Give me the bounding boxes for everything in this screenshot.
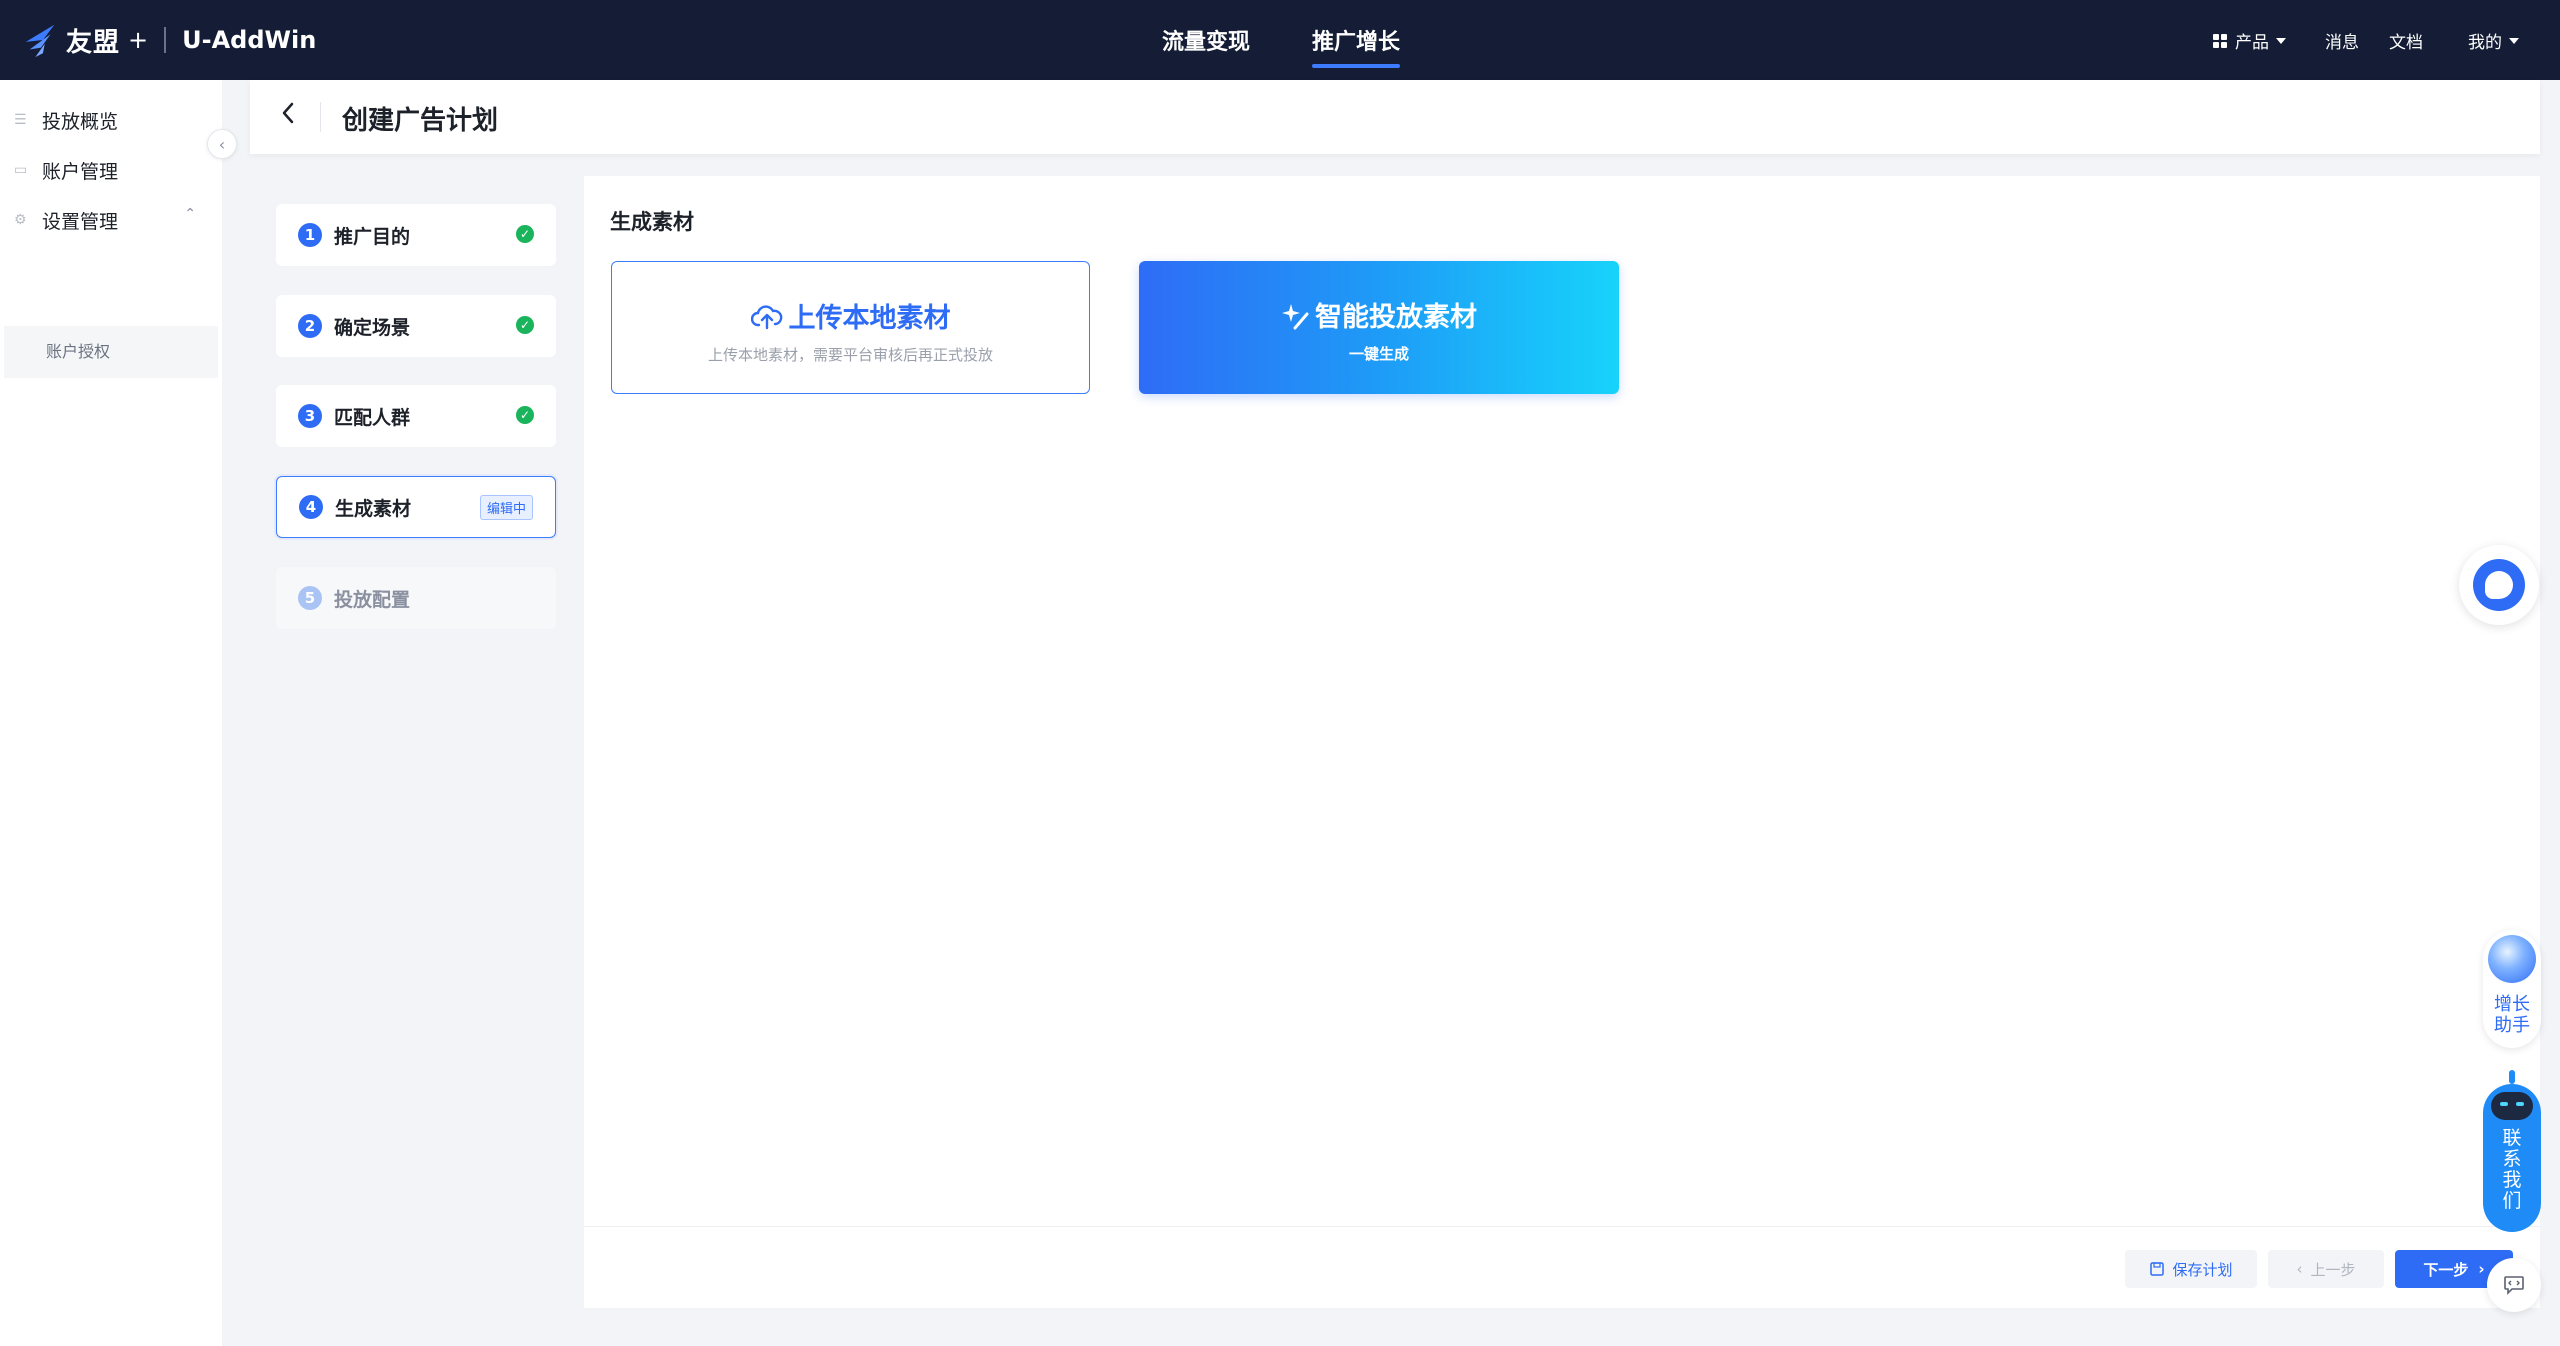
next-step-label: 下一步 [2423, 1260, 2469, 1279]
step-number: 4 [299, 495, 323, 519]
check-circle-icon: ✓ [516, 316, 534, 334]
step-scene[interactable]: 2 确定场景 ✓ [276, 295, 556, 357]
card-icon: ▭ [14, 162, 28, 178]
sidebar-subitem-account-authorization[interactable]: 账户授权 [4, 326, 218, 378]
robot-icon [2491, 1092, 2533, 1120]
cloud-upload-icon [750, 305, 782, 330]
chat-bubble-icon [2473, 559, 2525, 611]
contact-us-button[interactable]: 联 系 我 们 [2483, 1070, 2541, 1232]
upload-local-material-card[interactable]: 上传本地素材 上传本地素材，需要平台审核后再正式投放 [611, 261, 1090, 394]
chevron-down-icon [2509, 37, 2519, 44]
footer-divider [584, 1226, 2540, 1227]
chevron-left-icon: ‹ [2296, 1260, 2303, 1278]
sidebar-item-label: 投放概览 [42, 110, 119, 133]
assistant-orb-icon [2488, 935, 2536, 983]
header-divider [320, 102, 321, 132]
ai-material-card[interactable]: 智能投放素材 一键生成 [1139, 261, 1619, 394]
brand-plus: + [128, 26, 149, 54]
section-title: 生成素材 [610, 210, 694, 234]
step-number: 5 [298, 586, 322, 610]
products-label: 产品 [2235, 33, 2269, 53]
sidebar-item-label: 设置管理 [42, 210, 119, 233]
chevron-up-icon: ⌃ [184, 206, 196, 222]
products-menu[interactable]: 产品 [2212, 28, 2286, 53]
upload-card-title: 上传本地素材 [612, 296, 1089, 335]
page-header: 创建广告计划 [250, 80, 2540, 154]
gear-icon: ⚙ [14, 212, 27, 228]
step-label: 投放配置 [334, 588, 411, 611]
sidebar-item-label: 账户管理 [42, 160, 119, 183]
magic-sparkle-icon [1282, 304, 1309, 330]
ai-title-text: 智能投放素材 [1315, 302, 1477, 333]
chevron-down-icon [2276, 37, 2286, 44]
upload-card-description: 上传本地素材，需要平台审核后再正式投放 [707, 346, 993, 364]
tab-traffic-monetization[interactable]: 流量变现 [1162, 24, 1250, 56]
step-delivery-config[interactable]: 5 投放配置 [276, 567, 556, 629]
brand-name: 友盟 [66, 27, 121, 58]
feedback-button[interactable] [2487, 1258, 2541, 1312]
top-navigation-bar: 友盟 + U-AddWin 流量变现 推广增长 产品 消息 文档 我的 [0, 0, 2560, 80]
umeng-logo-icon [25, 24, 55, 58]
sidebar-item-accounts[interactable]: ▭ 账户管理 [14, 152, 210, 188]
previous-step-button[interactable]: ‹ 上一步 [2268, 1250, 2384, 1288]
check-circle-icon: ✓ [516, 225, 534, 243]
sidebar-item-settings[interactable]: ⚙ 设置管理 ⌃ [14, 202, 210, 238]
grid-icon [2213, 33, 2227, 48]
step-generate-material[interactable]: 4 生成素材 编辑中 [276, 476, 556, 538]
save-plan-label: 保存计划 [2172, 1260, 2233, 1279]
step-audience[interactable]: 3 匹配人群 ✓ [276, 385, 556, 447]
logo-divider [164, 27, 167, 53]
step-label: 确定场景 [334, 316, 411, 339]
my-account-label: 我的 [2468, 33, 2502, 53]
brand-logo[interactable]: 友盟 + U-AddWin [22, 18, 316, 62]
ai-card-subtitle: 一键生成 [1348, 345, 1409, 363]
step-number: 1 [298, 223, 322, 247]
sidebar-item-overview[interactable]: ☰ 投放概览 [14, 102, 210, 138]
step-number: 3 [298, 404, 322, 428]
chevron-left-icon: ‹ [218, 134, 226, 154]
my-account-menu[interactable]: 我的 [2468, 28, 2519, 53]
chevron-right-icon: › [2478, 1260, 2485, 1278]
editing-badge: 编辑中 [479, 495, 533, 520]
assistant-label: 增长 助手 [2494, 994, 2530, 1036]
collapse-sidebar-button[interactable]: ‹ [207, 129, 237, 159]
main-content: 生成素材 上传本地素材 上传本地素材，需要平台审核后再正式投放 智能投放素材 一… [584, 176, 2540, 1308]
check-circle-icon: ✓ [516, 406, 534, 424]
list-icon: ☰ [14, 112, 27, 128]
page-title: 创建广告计划 [342, 106, 499, 136]
steps-panel: 1 推广目的 ✓ 2 确定场景 ✓ 3 匹配人群 ✓ 4 生成素材 编辑中 5 … [256, 174, 582, 1308]
tab-promotion-growth[interactable]: 推广增长 [1312, 24, 1401, 68]
upload-title-text: 上传本地素材 [788, 303, 951, 334]
step-number: 2 [298, 314, 322, 338]
save-plan-button[interactable]: 保存计划 [2125, 1250, 2257, 1288]
save-icon [2150, 1262, 2165, 1276]
step-label: 匹配人群 [334, 406, 411, 429]
step-label: 生成素材 [335, 497, 412, 520]
contact-label: 联 系 我 们 [2502, 1127, 2522, 1212]
feedback-icon [2504, 1276, 2524, 1295]
growth-assistant-button[interactable]: 增长 助手 [2483, 930, 2541, 1048]
step-promotion-goal[interactable]: 1 推广目的 ✓ [276, 204, 556, 266]
chat-float-button[interactable] [2459, 545, 2539, 625]
product-name: U-AddWin [182, 26, 317, 54]
step-label: 推广目的 [334, 225, 411, 248]
docs-link[interactable]: 文档 [2389, 28, 2423, 53]
back-arrow-icon[interactable] [280, 100, 296, 126]
ai-card-title: 智能投放素材 [1139, 295, 1619, 334]
sidebar: ☰ 投放概览 ▭ 账户管理 ⚙ 设置管理 ⌃ 账户授权 [0, 80, 222, 1346]
messages-link[interactable]: 消息 [2325, 28, 2359, 53]
previous-step-label: 上一步 [2310, 1260, 2356, 1279]
robot-antenna [2509, 1070, 2515, 1084]
